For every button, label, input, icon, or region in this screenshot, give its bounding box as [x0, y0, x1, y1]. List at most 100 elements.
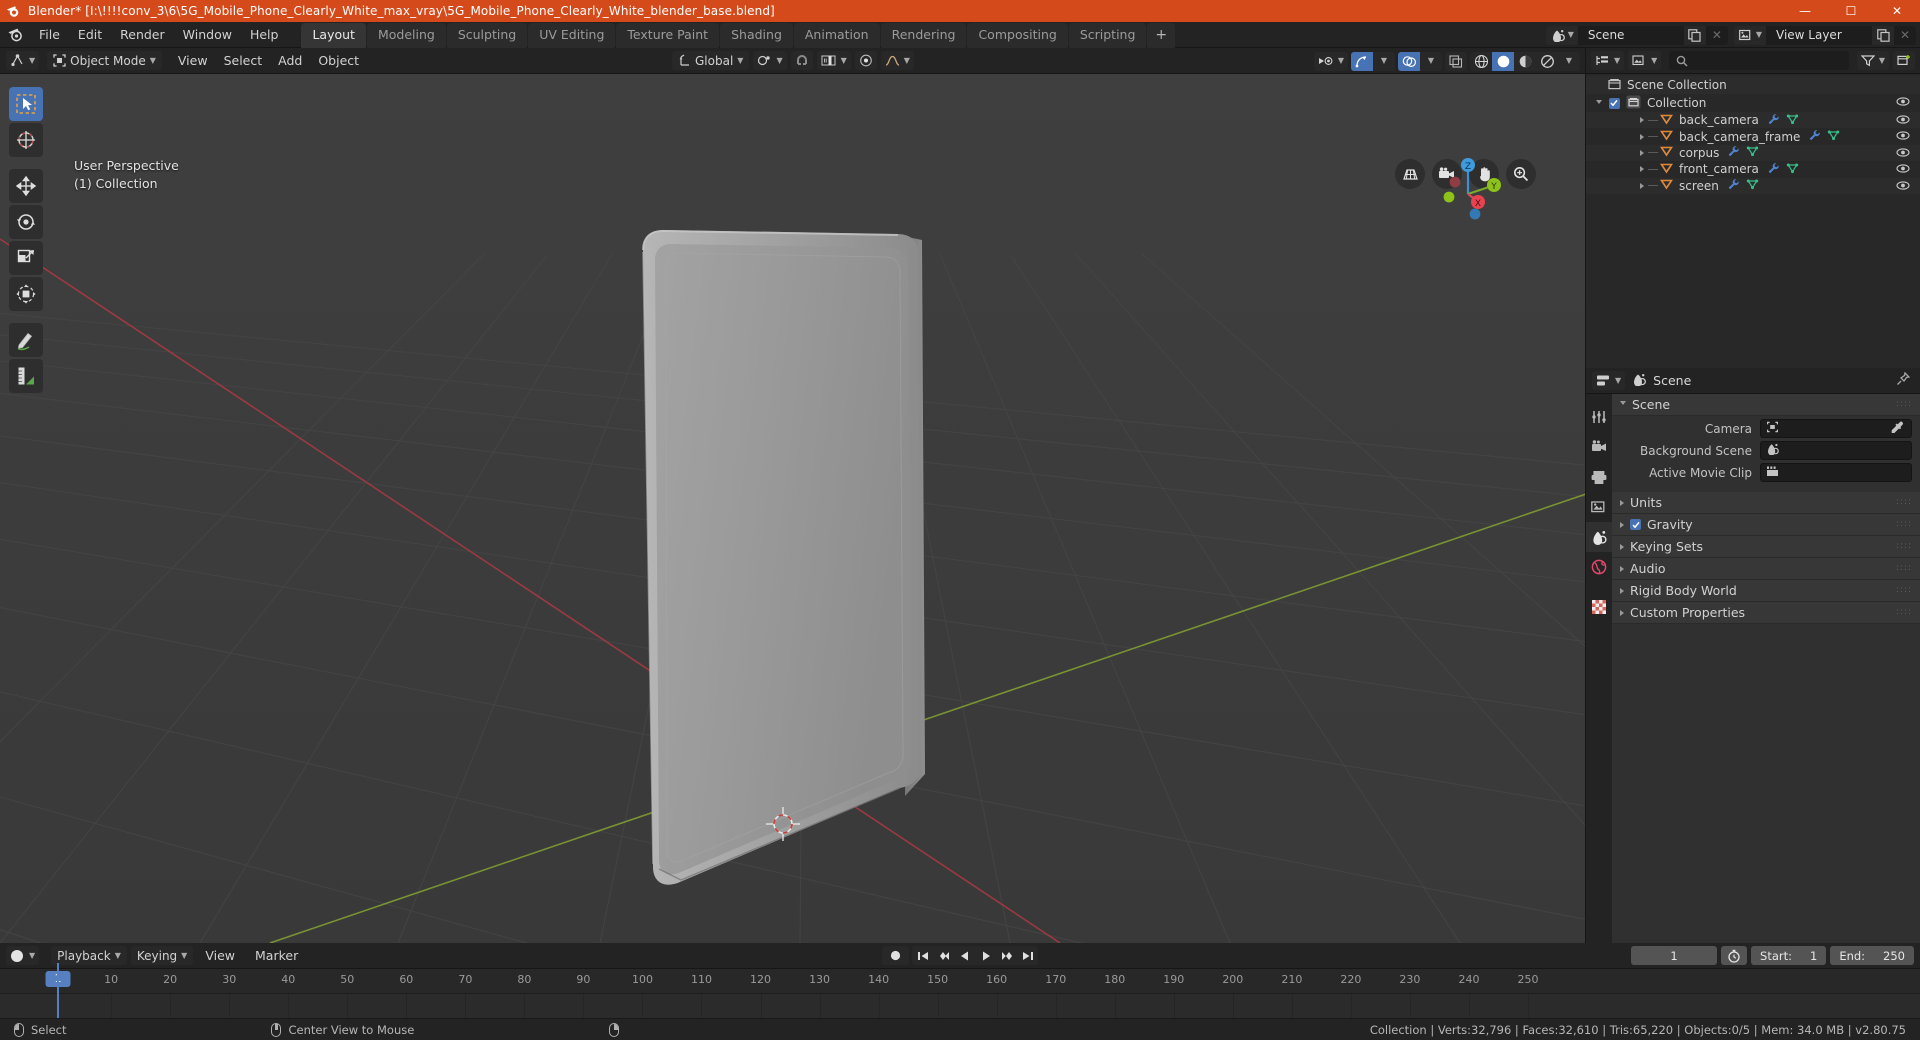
collapse-triangle-icon[interactable] [1592, 99, 1606, 107]
xray-toggle[interactable] [1445, 51, 1467, 71]
proportional-edit-button[interactable] [854, 51, 877, 70]
gravity-checkbox[interactable] [1630, 519, 1641, 530]
modifier-icon[interactable] [1727, 178, 1740, 193]
new-collection-icon[interactable] [1893, 51, 1915, 70]
tab-animation[interactable]: Animation [793, 22, 880, 48]
snap-magnet-button[interactable] [790, 51, 813, 70]
show-gizmo-toggle[interactable] [1351, 51, 1373, 71]
editor-type-3dview-icon[interactable]: ▼ [6, 51, 40, 70]
proportional-falloff-selector[interactable]: ▼ [880, 51, 914, 70]
play-reverse-icon[interactable] [954, 946, 975, 965]
view-layer-selector[interactable]: ▼ View Layer ✕ [1733, 25, 1916, 45]
remove-view-layer-button[interactable]: ✕ [1894, 25, 1916, 45]
transform-tool[interactable] [9, 277, 43, 311]
play-icon[interactable] [975, 946, 996, 965]
move-tool[interactable] [9, 169, 43, 203]
viewport-menu-view[interactable]: View [170, 50, 216, 71]
mode-selector[interactable]: Object Mode ▼ [47, 51, 162, 70]
menu-render[interactable]: Render [111, 24, 174, 45]
tab-rendering[interactable]: Rendering [880, 22, 967, 48]
outliner-row-object[interactable]: corpus [1586, 144, 1920, 162]
prev-keyframe-icon[interactable] [933, 946, 954, 965]
properties-tab-scene[interactable] [1586, 522, 1612, 552]
modifier-icon[interactable] [1808, 129, 1821, 144]
gizmo-settings-dropdown[interactable]: ▼ [1373, 52, 1395, 71]
stopwatch-icon[interactable] [1721, 946, 1748, 965]
panel-header-audio[interactable]: Audio :::: [1612, 558, 1920, 580]
viewport-canvas[interactable]: User Perspective (1) Collection Z Y X [0, 74, 1586, 943]
snap-settings-selector[interactable]: ▼ [816, 51, 851, 70]
shading-wireframe-button[interactable] [1470, 52, 1492, 71]
properties-tab-render[interactable] [1586, 432, 1612, 462]
outliner-row-collection[interactable]: Collection [1586, 94, 1920, 112]
outliner-row-object[interactable]: front_camera [1586, 161, 1920, 177]
modifier-icon[interactable] [1727, 145, 1740, 160]
panel-header-rigid-body-world[interactable]: Rigid Body World :::: [1612, 580, 1920, 602]
outliner-search-input[interactable] [1669, 51, 1849, 70]
viewport-menu-select[interactable]: Select [216, 50, 271, 71]
shading-rendered-button[interactable] [1536, 52, 1558, 71]
new-scene-button[interactable] [1683, 25, 1706, 45]
tab-scripting[interactable]: Scripting [1068, 22, 1147, 48]
panel-header-scene[interactable]: Scene :::: [1612, 394, 1920, 416]
outliner-row-object[interactable]: back_camera [1586, 112, 1920, 129]
measure-tool[interactable] [9, 359, 43, 393]
timeline-menu-keying[interactable]: Keying ▼ [130, 946, 194, 965]
shading-modes[interactable]: ▼ [1470, 51, 1580, 71]
overlays-settings-dropdown[interactable]: ▼ [1420, 52, 1442, 71]
outliner-row-object[interactable]: screen [1586, 177, 1920, 195]
scene-icon[interactable]: ▼ [1545, 25, 1578, 45]
current-frame-field[interactable]: 1 [1631, 946, 1718, 965]
expand-triangle-icon[interactable] [1636, 182, 1648, 189]
mesh-data-icon[interactable] [1827, 129, 1840, 144]
collection-visibility-eye-icon[interactable] [1896, 95, 1910, 111]
gizmo-group[interactable]: ▼ [1351, 51, 1395, 71]
transform-orientation-selector[interactable]: Global ▼ [672, 51, 750, 70]
expand-triangle-icon[interactable] [1636, 166, 1648, 173]
expand-triangle-icon[interactable] [1636, 117, 1648, 124]
properties-tab-tool[interactable] [1586, 402, 1612, 432]
menu-window[interactable]: Window [174, 24, 241, 45]
new-view-layer-button[interactable] [1872, 25, 1894, 45]
tab-modeling[interactable]: Modeling [366, 22, 446, 48]
blender-menu-icon[interactable] [0, 27, 30, 43]
overlays-group[interactable]: ▼ [1398, 51, 1442, 71]
remove-scene-button[interactable]: ✕ [1705, 25, 1728, 45]
outliner-editor-type-icon[interactable]: ▼ [1591, 51, 1625, 70]
visibility-selector[interactable]: ▼ [1313, 51, 1348, 71]
object-visibility-eye-icon[interactable] [1896, 146, 1910, 162]
object-visibility-eye-icon[interactable] [1896, 129, 1910, 145]
minimize-button[interactable]: — [1782, 0, 1828, 22]
start-frame-field[interactable]: Start: 1 [1751, 946, 1827, 965]
object-visibility-eye-icon[interactable] [1896, 162, 1910, 178]
collection-checkbox[interactable] [1606, 97, 1622, 109]
modifier-icon[interactable] [1767, 162, 1780, 177]
jump-to-end-icon[interactable] [1017, 946, 1038, 965]
properties-tab-view-layer[interactable] [1586, 492, 1612, 522]
rotate-tool[interactable] [9, 205, 43, 239]
shading-solid-button[interactable] [1492, 51, 1514, 71]
cursor-tool[interactable] [9, 123, 43, 157]
camera-field[interactable] [1760, 419, 1912, 438]
background-scene-field[interactable] [1760, 441, 1912, 460]
tweak-select-tool[interactable] [9, 87, 43, 121]
panel-header-custom-properties[interactable]: Custom Properties :::: [1612, 602, 1920, 624]
object-visibility-eye-icon[interactable] [1896, 179, 1910, 195]
tab-compositing[interactable]: Compositing [967, 22, 1068, 48]
active-movie-clip-field[interactable] [1760, 463, 1912, 482]
timeline-menu-playback[interactable]: Playback ▼ [51, 946, 127, 965]
properties-tab-output[interactable] [1586, 462, 1612, 492]
modifier-icon[interactable] [1767, 113, 1780, 128]
menu-file[interactable]: File [30, 24, 69, 45]
close-button[interactable]: ✕ [1874, 0, 1920, 22]
mesh-data-icon[interactable] [1746, 178, 1759, 193]
outliner-row-object[interactable]: back_camera_frame [1586, 128, 1920, 144]
tab-uv-editing[interactable]: UV Editing [528, 22, 616, 48]
pivot-point-selector[interactable]: ▼ [753, 51, 787, 70]
add-workspace-button[interactable]: + [1147, 22, 1176, 48]
record-icon[interactable] [882, 946, 909, 965]
scene-selector[interactable]: ▼ Scene ✕ [1545, 25, 1728, 45]
outliner-display-mode-selector[interactable]: ▼ [1628, 51, 1662, 70]
outliner-row-scene-collection[interactable]: Scene Collection [1586, 76, 1920, 94]
view-layer-icon[interactable]: ▼ [1733, 25, 1766, 45]
